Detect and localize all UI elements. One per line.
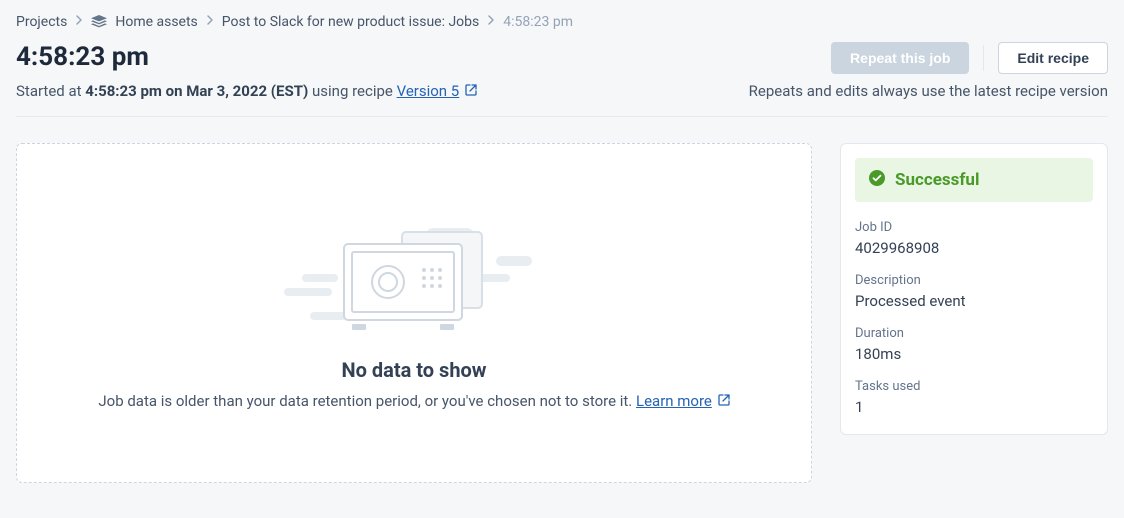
job-summary-card: Successful Job ID 4029968908 Description… — [840, 143, 1108, 435]
page-title: 4:58:23 pm — [16, 42, 149, 72]
description-value: Processed event — [855, 292, 1093, 310]
breadcrumb-folder[interactable]: Home assets — [115, 14, 197, 30]
job-id-label: Job ID — [855, 220, 1093, 235]
status-text: Successful — [895, 170, 979, 190]
breadcrumb-recipe[interactable]: Post to Slack for new product issue: Job… — [222, 14, 479, 30]
success-check-icon — [869, 170, 885, 190]
chevron-right-icon — [75, 14, 83, 30]
empty-title: No data to show — [342, 358, 487, 382]
tasks-used-label: Tasks used — [855, 379, 1093, 394]
description-label: Description — [855, 273, 1093, 288]
edit-recipe-button[interactable]: Edit recipe — [998, 42, 1108, 74]
started-time: 4:58:23 pm on Mar 3, 2022 (EST) — [85, 82, 308, 100]
duration-label: Duration — [855, 326, 1093, 341]
empty-description: Job data is older than your data retenti… — [98, 392, 636, 410]
safe-illustration-icon — [274, 216, 554, 340]
separator — [983, 45, 984, 71]
started-prefix: Started at — [16, 82, 85, 100]
using-recipe-text: using recipe — [308, 82, 396, 100]
duration-value: 180ms — [855, 345, 1093, 363]
layers-icon — [91, 15, 107, 29]
latest-version-note: Repeats and edits always use the latest … — [749, 82, 1108, 100]
recipe-version-link[interactable]: Version 5 — [397, 82, 460, 100]
breadcrumb: Projects Home assets Post to Slack for n… — [16, 14, 1108, 30]
job-id-value: 4029968908 — [855, 239, 1093, 257]
status-banner: Successful — [855, 158, 1093, 202]
breadcrumb-projects[interactable]: Projects — [16, 14, 67, 30]
repeat-job-button[interactable]: Repeat this job — [831, 42, 969, 74]
tasks-used-value: 1 — [855, 398, 1093, 416]
chevron-right-icon — [487, 14, 495, 30]
started-at-line: Started at 4:58:23 pm on Mar 3, 2022 (ES… — [16, 82, 477, 100]
breadcrumb-current: 4:58:23 pm — [503, 14, 573, 30]
external-link-icon — [718, 392, 730, 410]
divider — [16, 116, 1108, 117]
external-link-icon — [465, 82, 477, 100]
chevron-right-icon — [206, 14, 214, 30]
learn-more-link[interactable]: Learn more — [636, 392, 712, 410]
empty-state-card: No data to show Job data is older than y… — [16, 143, 812, 483]
